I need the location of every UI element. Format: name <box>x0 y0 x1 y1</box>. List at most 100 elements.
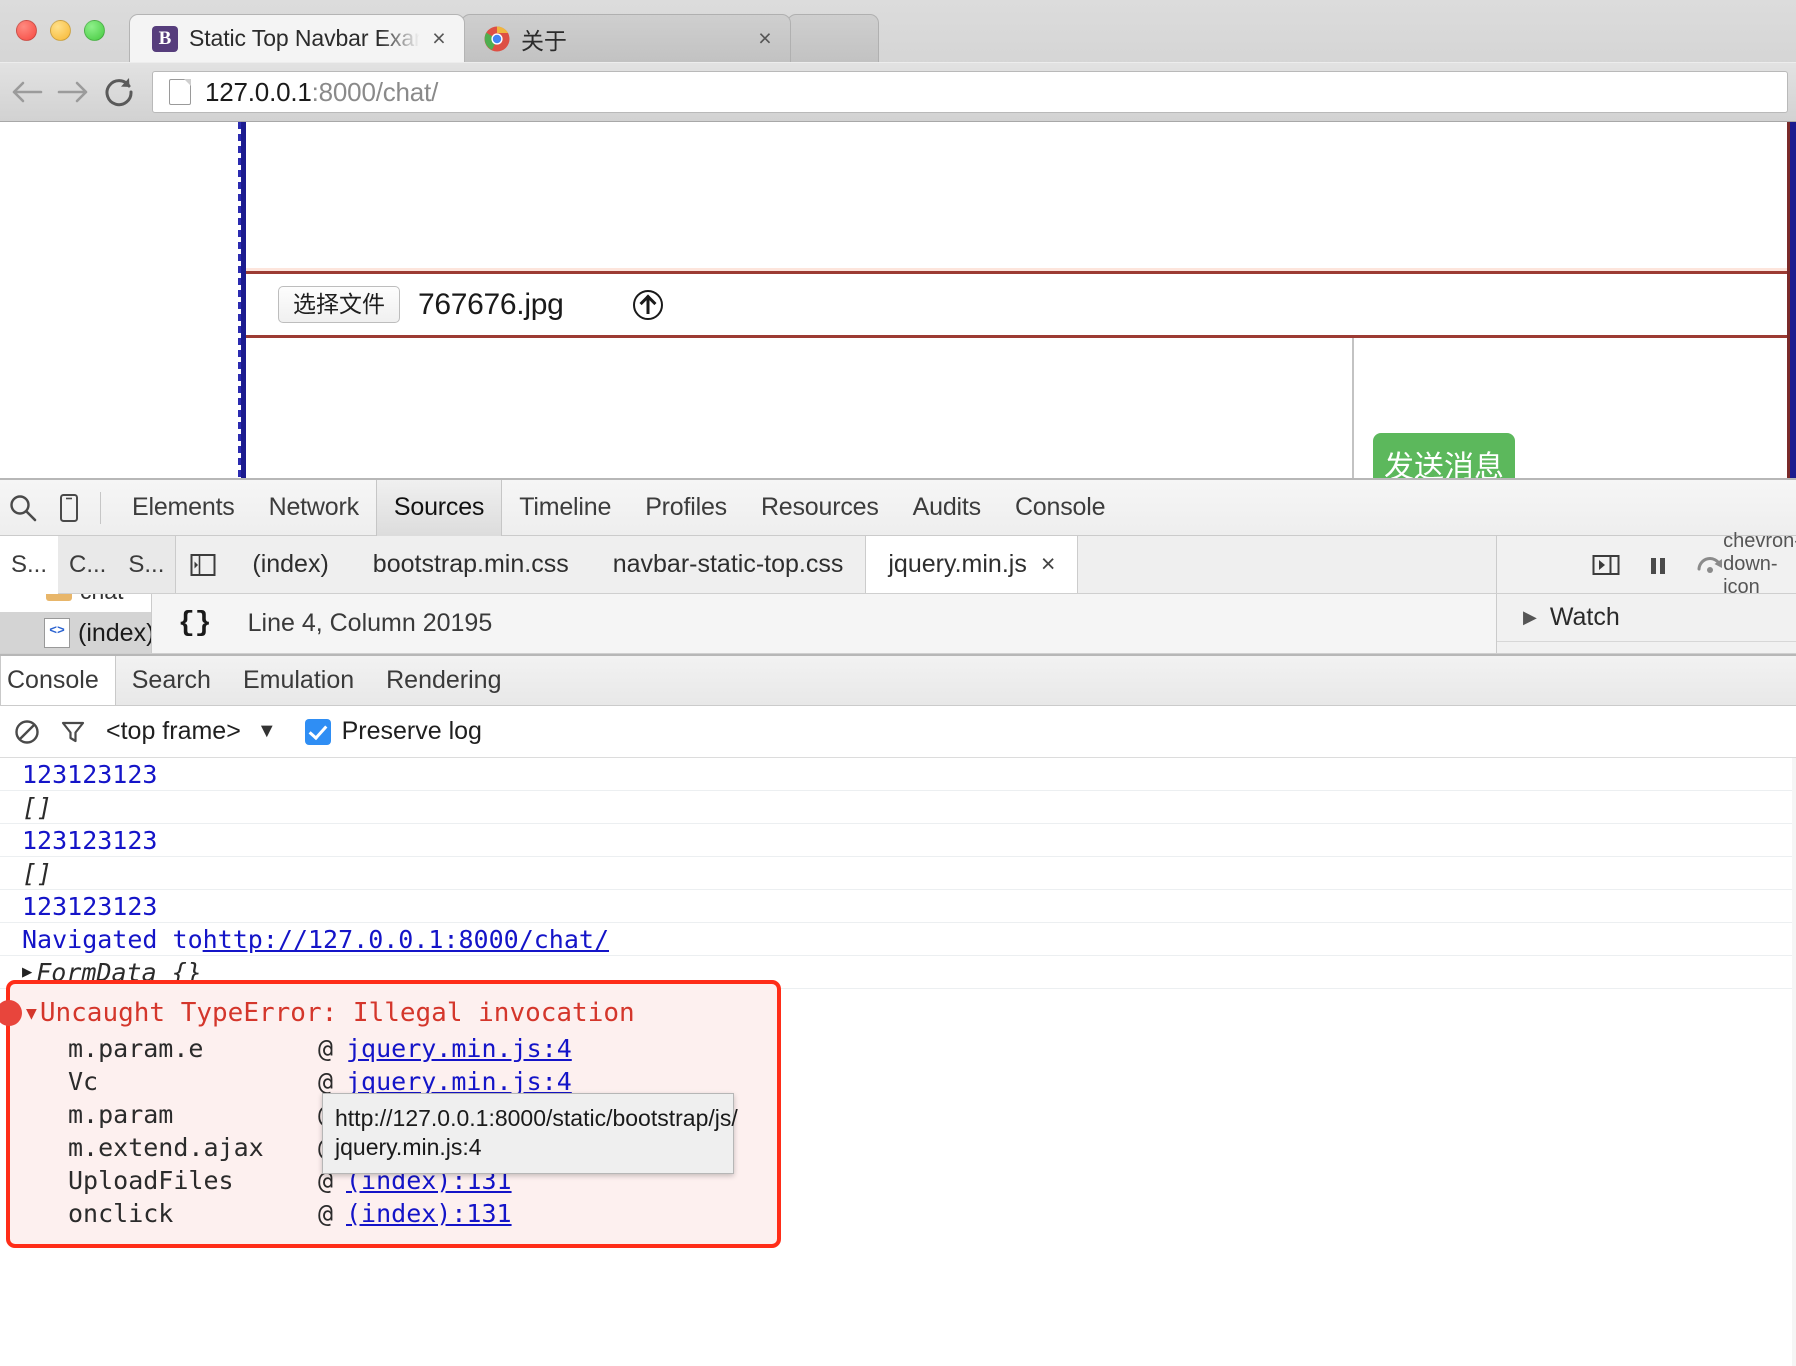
execution-context-value: <top frame> <box>106 717 241 745</box>
browser-tab-blank[interactable] <box>787 14 879 62</box>
navigation-prefix: Navigated to <box>22 924 203 954</box>
browser-tab-title: Static Top Navbar Example <box>189 25 422 51</box>
maximize-window-button[interactable] <box>84 20 105 41</box>
devtools-drawer: Console Search Emulation Rendering <top … <box>0 654 1796 1366</box>
browser-chrome: B Static Top Navbar Example × 关于 × <box>0 0 1796 122</box>
navigator-tab-content-scripts[interactable]: C... <box>58 536 117 594</box>
source-link-tooltip: http://127.0.0.1:8000/static/bootstrap/j… <box>322 1093 738 1174</box>
file-tab-bootstrap-min-css[interactable]: bootstrap.min.css <box>351 536 591 593</box>
pause-icon[interactable] <box>1632 542 1684 588</box>
bootstrap-icon-letter: B <box>152 25 178 52</box>
forward-arrow-icon[interactable] <box>50 69 96 115</box>
stack-function-name: m.extend.ajax <box>68 1133 264 1162</box>
console-log-entry: [] <box>0 791 1796 824</box>
tree-file-label: (index) <box>78 618 152 647</box>
close-icon[interactable]: × <box>1041 550 1056 579</box>
pretty-print-button[interactable]: {} <box>178 608 212 639</box>
preserve-log-toggle[interactable]: Preserve log <box>304 717 482 746</box>
stack-frame-row: onclick @ (index):131 <box>10 1197 777 1230</box>
debugger-section-call-stack[interactable]: ▼ Call Stack <box>1497 642 1796 653</box>
tooltip-line-2: jquery.min.js:4 <box>335 1134 482 1161</box>
browser-tab-static-top-navbar[interactable]: B Static Top Navbar Example × <box>129 14 465 62</box>
console-scrollbar[interactable] <box>1792 758 1796 1366</box>
search-icon[interactable] <box>0 486 46 530</box>
navigator-tab-sources[interactable]: S... <box>0 535 59 594</box>
stack-function-name: onclick <box>68 1199 174 1228</box>
drawer-tab-console[interactable]: Console <box>0 656 116 705</box>
tree-file-index[interactable]: (index) <box>0 612 151 653</box>
address-bar-path: :8000/chat/ <box>311 76 439 107</box>
navigation-bar: 127.0.0.1:8000/chat/ <box>0 62 1796 121</box>
preserve-log-checkbox[interactable] <box>304 718 331 745</box>
devtools-tab-resources[interactable]: Resources <box>744 480 896 536</box>
console-error-title[interactable]: ▼ Uncaught TypeError: Illegal invocation <box>10 994 777 1032</box>
message-history-underline <box>246 268 1796 271</box>
file-tab-jquery-min-js[interactable]: jquery.min.js × <box>865 536 1079 593</box>
stack-function-name: UploadFiles <box>68 1166 234 1195</box>
open-file-tabs: (index) bootstrap.min.css navbar-static-… <box>176 536 1496 593</box>
stack-source-link[interactable]: jquery.min.js:4 <box>346 1034 572 1063</box>
address-bar[interactable]: 127.0.0.1:8000/chat/ <box>152 71 1788 113</box>
drawer-tab-emulation[interactable]: Emulation <box>227 656 370 705</box>
show-navigator-icon[interactable] <box>1580 542 1632 588</box>
page-right-rule <box>1787 122 1796 478</box>
chevron-down-icon[interactable]: chevron-down-icon <box>1723 530 1796 598</box>
choose-file-button[interactable]: 选择文件 <box>278 286 400 323</box>
drawer-tab-rendering[interactable]: Rendering <box>370 656 517 705</box>
bootstrap-icon: B <box>152 25 178 52</box>
expand-triangle-icon[interactable]: ▶ <box>22 962 32 982</box>
send-message-button[interactable]: 发送消息 <box>1373 433 1515 478</box>
drawer-tab-search[interactable]: Search <box>116 656 227 705</box>
upload-circle-icon[interactable] <box>633 289 664 320</box>
drawer-tab-row: Console Search Emulation Rendering <box>0 656 1796 706</box>
tree-folder-chat[interactable]: chat <box>46 594 123 605</box>
console-log-entry: 123123123 <box>0 890 1796 923</box>
navigator-tab-snippets[interactable]: S... <box>117 536 175 594</box>
tree-folder-label: chat <box>80 594 123 605</box>
file-tab-navbar-static-top-css[interactable]: navbar-static-top.css <box>591 536 866 593</box>
window-traffic-lights <box>16 20 105 41</box>
close-window-button[interactable] <box>16 20 37 41</box>
devtools-tab-console[interactable]: Console <box>998 480 1122 536</box>
close-icon[interactable]: × <box>754 26 776 50</box>
console-log[interactable]: 123123123 [] 123123123 [] 123123123 Navi… <box>0 758 1796 1366</box>
debugger-section-label: Call Stack <box>1554 651 1667 653</box>
devtools-tab-elements[interactable]: Elements <box>115 480 252 536</box>
device-toggle-icon[interactable] <box>46 486 92 530</box>
minimize-window-button[interactable] <box>50 20 71 41</box>
address-bar-url: 127.0.0.1:8000/chat/ <box>205 77 438 108</box>
collapse-sidebar-icon[interactable] <box>176 536 230 593</box>
console-log-navigation-entry: Navigated to http://127.0.0.1:8000/chat/ <box>0 923 1796 956</box>
html-document-icon <box>44 618 70 648</box>
chevron-down-icon: ▼ <box>256 720 277 742</box>
filter-funnel-icon[interactable] <box>50 709 96 755</box>
back-arrow-icon[interactable] <box>4 69 50 115</box>
debugger-section-watch[interactable]: ▶ Watch <box>1497 594 1796 642</box>
devtools-tab-profiles[interactable]: Profiles <box>628 480 744 536</box>
page-document-icon <box>169 79 191 105</box>
collapse-triangle-icon[interactable]: ▼ <box>26 1003 37 1024</box>
stack-function-name: m.param.e <box>68 1034 204 1063</box>
devtools-tab-audits[interactable]: Audits <box>896 480 998 536</box>
stack-source-link[interactable]: jquery.min.js:4 <box>346 1067 572 1096</box>
message-input[interactable] <box>246 338 1354 478</box>
tab-strip: B Static Top Navbar Example × 关于 × <box>0 0 1796 62</box>
tooltip-line-1: http://127.0.0.1:8000/static/bootstrap/j… <box>335 1105 738 1131</box>
devtools-tab-network[interactable]: Network <box>252 480 376 536</box>
devtools-toolbar: Elements Network Sources Timeline Profil… <box>0 479 1796 536</box>
browser-tab-about[interactable]: 关于 × <box>461 14 791 62</box>
close-icon[interactable]: × <box>428 26 450 50</box>
send-area: 发送消息 <box>1354 338 1796 478</box>
devtools-tab-timeline[interactable]: Timeline <box>502 480 628 536</box>
file-tab-index[interactable]: (index) <box>230 536 350 593</box>
devtools-tab-sources[interactable]: Sources <box>375 479 503 536</box>
chrome-icon <box>484 25 510 52</box>
reload-icon[interactable] <box>96 69 142 115</box>
stack-source-link[interactable]: (index):131 <box>346 1199 512 1228</box>
navigation-link[interactable]: http://127.0.0.1:8000/chat/ <box>203 925 609 954</box>
execution-context-selector[interactable]: <top frame> ▼ <box>106 717 277 746</box>
clear-console-icon[interactable] <box>4 709 50 755</box>
devtools-panel: Elements Network Sources Timeline Profil… <box>0 478 1796 1366</box>
address-bar-host: 127.0.0.1 <box>205 76 312 107</box>
debugger-sidebar: ▶ Watch ▼ Call Stack <box>1496 594 1796 653</box>
